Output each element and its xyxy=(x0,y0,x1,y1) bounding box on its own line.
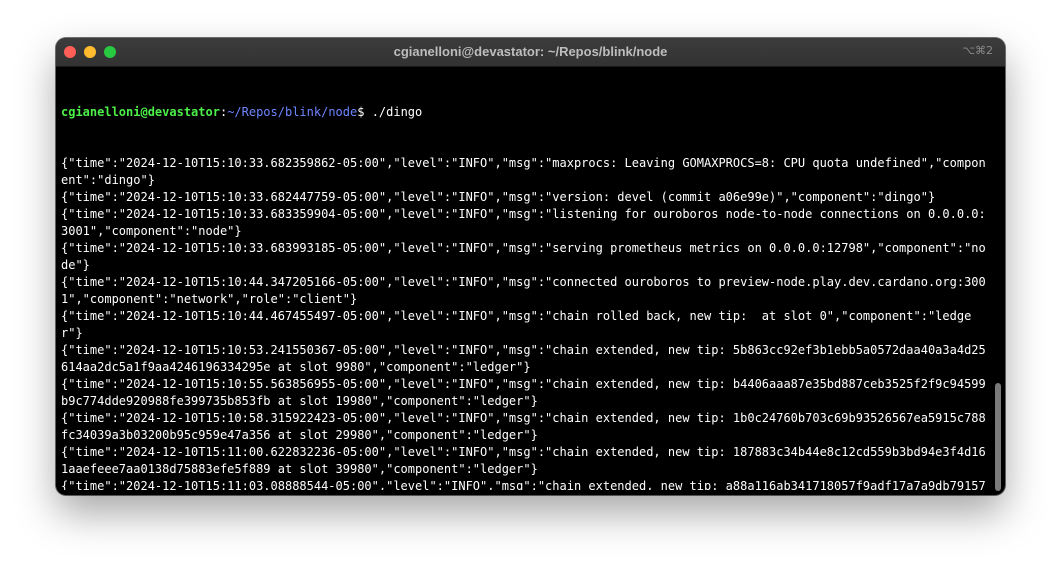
log-line: {"time":"2024-12-10T15:10:53.241550367-0… xyxy=(61,343,986,374)
scrollbar[interactable] xyxy=(995,383,1001,491)
title-bar[interactable]: cgianelloni@devastator: ~/Repos/blink/no… xyxy=(56,38,1005,67)
log-line: {"time":"2024-12-10T15:10:44.467455497-0… xyxy=(61,309,972,340)
window-shortcut: ⌥⌘2 xyxy=(962,44,993,57)
log-line: {"time":"2024-12-10T15:11:03.08888544-05… xyxy=(61,479,986,490)
prompt-command: ./dingo xyxy=(371,105,423,119)
prompt-path: ~/Repos/blink/node xyxy=(227,105,358,119)
log-line: {"time":"2024-12-10T15:10:33.682359862-0… xyxy=(61,156,986,187)
prompt-symbol: $ xyxy=(357,105,372,119)
window-title: cgianelloni@devastator: ~/Repos/blink/no… xyxy=(393,44,668,59)
log-line: {"time":"2024-12-10T15:10:33.683359904-0… xyxy=(61,207,986,238)
log-line: {"time":"2024-12-10T15:11:00.622832236-0… xyxy=(61,445,986,476)
log-line: {"time":"2024-12-10T15:10:58.315922423-0… xyxy=(61,411,986,442)
prompt-line: cgianelloni@devastator:~/Repos/blink/nod… xyxy=(61,104,989,121)
log-output: {"time":"2024-12-10T15:10:33.682359862-0… xyxy=(61,155,989,490)
log-line: {"time":"2024-12-10T15:10:55.563856955-0… xyxy=(61,377,986,408)
log-line: {"time":"2024-12-10T15:10:44.347205166-0… xyxy=(61,275,986,306)
terminal-output[interactable]: cgianelloni@devastator:~/Repos/blink/nod… xyxy=(61,70,989,490)
prompt-user-host: cgianelloni@devastator xyxy=(61,105,220,119)
log-line: {"time":"2024-12-10T15:10:33.683993185-0… xyxy=(61,241,986,272)
terminal-window[interactable]: cgianelloni@devastator: ~/Repos/blink/no… xyxy=(56,38,1005,495)
log-line: {"time":"2024-12-10T15:10:33.682447759-0… xyxy=(61,190,936,204)
